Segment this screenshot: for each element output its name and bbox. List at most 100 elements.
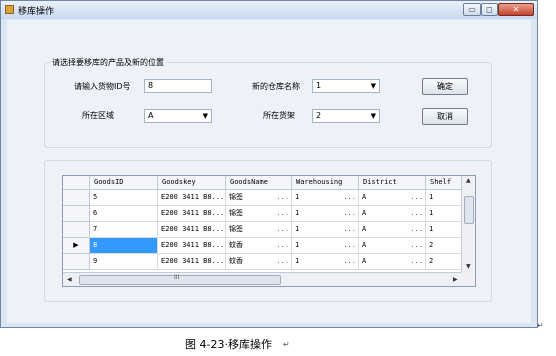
cancel-button[interactable]: 取消 <box>422 108 468 125</box>
row-header[interactable] <box>63 206 90 222</box>
cell-text: E200 3411 B8... <box>161 257 225 265</box>
table-cell-goodsname[interactable]: 锦签... <box>226 190 292 206</box>
table-cell-warehousing[interactable]: 1... <box>292 222 359 238</box>
maximize-button[interactable]: ◻ <box>481 3 498 16</box>
row-header[interactable] <box>63 222 90 238</box>
col-header-goodsname[interactable]: GoodsName <box>226 176 292 190</box>
goods-id-input[interactable]: 8 <box>144 79 212 93</box>
table-cell-warehousing[interactable]: 1... <box>292 206 359 222</box>
location-group-title: 请选择要移库的产品及新的位置 <box>50 57 166 68</box>
table-cell-district[interactable]: A... <box>359 190 426 206</box>
cell-text: 1 <box>429 193 434 201</box>
cell-text: E200 3411 B8... <box>161 241 225 249</box>
cell-text: A <box>362 241 367 249</box>
scroll-left-icon[interactable]: ◀ <box>67 276 72 283</box>
cell-text: 1 <box>429 225 434 233</box>
scroll-down-icon[interactable]: ▼ <box>466 263 471 270</box>
cell-ellipsis: ... <box>410 241 423 249</box>
app-icon <box>5 5 14 14</box>
ok-button[interactable]: 确定 <box>422 78 468 95</box>
horizontal-scroll-thumb[interactable]: III <box>79 274 281 285</box>
table-cell-shelf[interactable]: 1 <box>426 222 463 238</box>
table-cell-shelf[interactable]: 2 <box>426 254 463 270</box>
scroll-corner <box>461 272 475 286</box>
title-bar[interactable]: 移库操作 ▭ ◻ ✕ <box>1 1 537 19</box>
minimize-button[interactable]: ▭ <box>463 3 481 16</box>
vertical-scrollbar[interactable]: ▲ ▼ <box>461 176 475 272</box>
cell-text: 1 <box>295 193 300 201</box>
cell-text: E200 3411 B8... <box>161 225 225 233</box>
table-row[interactable]: 6 E200 3411 B8... 锦签... 1... A... 1 <box>63 206 463 222</box>
cell-ellipsis: ... <box>276 193 289 201</box>
table-cell-shelf[interactable]: 1 <box>426 206 463 222</box>
table-cell-goodsid[interactable]: 9 <box>90 254 158 270</box>
col-header-goodskey[interactable]: Goodskey <box>158 176 226 190</box>
table-cell-goodsid[interactable]: 8 <box>90 238 158 254</box>
cell-text: 2 <box>429 257 434 265</box>
col-header-goodsid[interactable]: GoodsID <box>90 176 158 190</box>
table-row[interactable]: 5 E200 3411 B8... 锦签... 1... A... 1 <box>63 190 463 206</box>
table-cell-goodskey[interactable]: E200 3411 B8... <box>158 238 226 254</box>
table-row[interactable]: 7 E200 3411 B8... 锦签... 1... A... 1 <box>63 222 463 238</box>
chevron-down-icon[interactable]: ▼ <box>371 110 376 122</box>
close-button[interactable]: ✕ <box>498 3 534 16</box>
cell-ellipsis: ... <box>276 241 289 249</box>
cell-ellipsis: ... <box>343 209 356 217</box>
vertical-scroll-thumb[interactable] <box>464 196 474 224</box>
cell-text: A <box>362 193 367 201</box>
table-cell-goodskey[interactable]: E200 3411 B8... <box>158 206 226 222</box>
table-cell-goodsid[interactable]: 6 <box>90 206 158 222</box>
table-cell-goodsid[interactable]: 7 <box>90 222 158 238</box>
table-cell-goodsname[interactable]: 锦签... <box>226 222 292 238</box>
col-header-warehousing[interactable]: Warehousing <box>292 176 359 190</box>
paragraph-mark: ↵ <box>283 340 290 349</box>
table-row[interactable]: ▶ 8 E200 3411 B8... 蚊香... 1... A... 2 <box>63 238 463 254</box>
cell-text: 锦签 <box>229 225 243 233</box>
cell-ellipsis: ... <box>410 209 423 217</box>
table-cell-warehousing[interactable]: 1... <box>292 190 359 206</box>
table-cell-district[interactable]: A... <box>359 238 426 254</box>
table-cell-warehousing[interactable]: 1... <box>292 238 359 254</box>
figure-caption: 图 4-23·移库操作 <box>185 338 272 351</box>
row-header[interactable] <box>63 254 90 270</box>
goods-datagrid[interactable]: GoodsID Goodskey GoodsName Warehousing D… <box>62 175 476 287</box>
row-header[interactable]: ▶ <box>63 238 90 254</box>
table-cell-district[interactable]: A... <box>359 206 426 222</box>
cell-text: 蚊香 <box>229 241 243 249</box>
chevron-down-icon[interactable]: ▼ <box>203 110 208 122</box>
cell-text: 6 <box>93 209 98 217</box>
horizontal-scrollbar[interactable]: ◀ III ▶ <box>63 272 463 286</box>
table-row[interactable]: 9 E200 3411 B8... 蚊香... 1... A... 2 <box>63 254 463 270</box>
row-header[interactable] <box>63 190 90 206</box>
table-cell-goodsname[interactable]: 蚊香... <box>226 254 292 270</box>
cell-ellipsis: ... <box>343 241 356 249</box>
table-cell-goodsname[interactable]: 蚊香... <box>226 238 292 254</box>
window-title: 移库操作 <box>18 7 55 17</box>
warehouse-combobox[interactable]: 1 ▼ <box>312 79 380 93</box>
table-cell-goodskey[interactable]: E200 3411 B8... <box>158 190 226 206</box>
table-cell-district[interactable]: A... <box>359 254 426 270</box>
cell-text: 2 <box>429 241 434 249</box>
cell-text: 锦签 <box>229 193 243 201</box>
chevron-down-icon[interactable]: ▼ <box>371 80 376 92</box>
district-combobox[interactable]: A ▼ <box>144 109 212 123</box>
scroll-right-icon[interactable]: ▶ <box>453 276 458 283</box>
cell-text: 锦签 <box>229 209 243 217</box>
col-header-district[interactable]: District <box>359 176 426 190</box>
table-cell-shelf[interactable]: 2 <box>426 238 463 254</box>
shelf-combobox[interactable]: 2 ▼ <box>312 109 380 123</box>
table-cell-shelf[interactable]: 1 <box>426 190 463 206</box>
scroll-grip: III <box>174 274 180 281</box>
table-cell-warehousing[interactable]: 1... <box>292 254 359 270</box>
table-cell-goodskey[interactable]: E200 3411 B8... <box>158 254 226 270</box>
table-cell-goodskey[interactable]: E200 3411 B8... <box>158 222 226 238</box>
scroll-up-icon[interactable]: ▲ <box>466 177 471 184</box>
cell-ellipsis: ... <box>276 209 289 217</box>
table-cell-goodsname[interactable]: 锦签... <box>226 206 292 222</box>
cell-ellipsis: ... <box>410 225 423 233</box>
table-cell-goodsid[interactable]: 5 <box>90 190 158 206</box>
cell-text: 1 <box>295 225 300 233</box>
table-cell-district[interactable]: A... <box>359 222 426 238</box>
cell-ellipsis: ... <box>343 193 356 201</box>
col-header-shelf[interactable]: Shelf <box>426 176 463 190</box>
